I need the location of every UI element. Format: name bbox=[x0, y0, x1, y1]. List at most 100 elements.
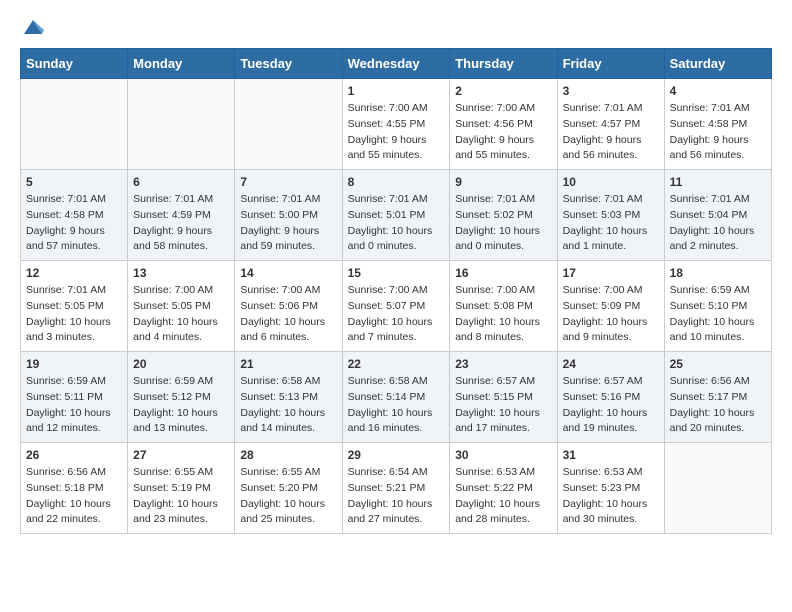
day-number: 29 bbox=[348, 448, 445, 462]
calendar-cell: 21 Sunrise: 6:58 AMSunset: 5:13 PMDayligh… bbox=[235, 352, 342, 443]
day-number: 2 bbox=[455, 84, 551, 98]
calendar-week-row: 1Sunrise: 7:00 AMSunset: 4:55 PMDaylight… bbox=[21, 79, 772, 170]
logo-icon bbox=[22, 16, 44, 38]
calendar-week-row: 26Sunrise: 6:56 AMSunset: 5:18 PMDayligh… bbox=[21, 443, 772, 534]
calendar-cell: 29 Sunrise: 6:54 AMSunset: 5:21 PMDayligh… bbox=[342, 443, 450, 534]
calendar-cell: 16 Sunrise: 7:00 AMSunset: 5:08 PMDayligh… bbox=[450, 261, 557, 352]
calendar-cell: 4 Sunrise: 7:01 AMSunset: 4:58 PMDaylight… bbox=[664, 79, 771, 170]
calendar-header-row: SundayMondayTuesdayWednesdayThursdayFrid… bbox=[21, 49, 772, 79]
day-info: Sunrise: 7:01 AMSunset: 4:57 PMDaylight:… bbox=[563, 101, 659, 164]
day-info: Sunrise: 6:57 AMSunset: 5:16 PMDaylight:… bbox=[563, 374, 659, 437]
day-number: 18 bbox=[670, 266, 766, 280]
day-number: 23 bbox=[455, 357, 551, 371]
calendar-cell: 19Sunrise: 6:59 AMSunset: 5:11 PMDayligh… bbox=[21, 352, 128, 443]
day-info: Sunrise: 7:00 AMSunset: 5:07 PMDaylight:… bbox=[348, 283, 445, 346]
calendar-cell: 18 Sunrise: 6:59 AMSunset: 5:10 PMDayligh… bbox=[664, 261, 771, 352]
calendar-cell bbox=[235, 79, 342, 170]
day-number: 27 bbox=[133, 448, 229, 462]
day-info: Sunrise: 6:54 AMSunset: 5:21 PMDaylight:… bbox=[348, 465, 445, 528]
calendar-cell: 10 Sunrise: 7:01 AMSunset: 5:03 PMDayligh… bbox=[557, 170, 664, 261]
calendar-cell bbox=[664, 443, 771, 534]
day-number: 30 bbox=[455, 448, 551, 462]
day-number: 7 bbox=[240, 175, 336, 189]
calendar-cell: 7Sunrise: 7:01 AMSunset: 5:00 PMDaylight… bbox=[235, 170, 342, 261]
calendar-cell: 28 Sunrise: 6:55 AMSunset: 5:20 PMDayligh… bbox=[235, 443, 342, 534]
day-info: Sunrise: 7:01 AMSunset: 5:01 PMDaylight:… bbox=[348, 192, 445, 255]
day-info: Sunrise: 7:00 AMSunset: 4:55 PMDaylight:… bbox=[348, 101, 445, 164]
calendar-cell: 8 Sunrise: 7:01 AMSunset: 5:01 PMDaylight… bbox=[342, 170, 450, 261]
weekday-header-thursday: Thursday bbox=[450, 49, 557, 79]
calendar-cell: 25Sunrise: 6:56 AMSunset: 5:17 PMDayligh… bbox=[664, 352, 771, 443]
logo-text-block bbox=[20, 16, 44, 38]
day-info: Sunrise: 6:58 AMSunset: 5:13 PMDaylight:… bbox=[240, 374, 336, 437]
day-info: Sunrise: 6:55 AMSunset: 5:20 PMDaylight:… bbox=[240, 465, 336, 528]
calendar-cell bbox=[128, 79, 235, 170]
day-number: 9 bbox=[455, 175, 551, 189]
day-number: 12 bbox=[26, 266, 122, 280]
logo bbox=[20, 16, 44, 38]
weekday-header-wednesday: Wednesday bbox=[342, 49, 450, 79]
day-number: 17 bbox=[563, 266, 659, 280]
calendar-week-row: 19Sunrise: 6:59 AMSunset: 5:11 PMDayligh… bbox=[21, 352, 772, 443]
calendar-cell: 20Sunrise: 6:59 AMSunset: 5:12 PMDayligh… bbox=[128, 352, 235, 443]
day-number: 13 bbox=[133, 266, 229, 280]
calendar-cell: 12 Sunrise: 7:01 AMSunset: 5:05 PMDayligh… bbox=[21, 261, 128, 352]
calendar-cell: 6Sunrise: 7:01 AMSunset: 4:59 PMDaylight… bbox=[128, 170, 235, 261]
day-number: 24 bbox=[563, 357, 659, 371]
day-info: Sunrise: 7:01 AMSunset: 4:58 PMDaylight:… bbox=[26, 192, 122, 255]
calendar-cell: 15Sunrise: 7:00 AMSunset: 5:07 PMDayligh… bbox=[342, 261, 450, 352]
day-info: Sunrise: 6:55 AMSunset: 5:19 PMDaylight:… bbox=[133, 465, 229, 528]
day-info: Sunrise: 6:58 AMSunset: 5:14 PMDaylight:… bbox=[348, 374, 445, 437]
day-number: 20 bbox=[133, 357, 229, 371]
weekday-header-monday: Monday bbox=[128, 49, 235, 79]
day-info: Sunrise: 7:01 AMSunset: 5:02 PMDaylight:… bbox=[455, 192, 551, 255]
calendar-cell: 30 Sunrise: 6:53 AMSunset: 5:22 PMDayligh… bbox=[450, 443, 557, 534]
weekday-header-sunday: Sunday bbox=[21, 49, 128, 79]
page-container: SundayMondayTuesdayWednesdayThursdayFrid… bbox=[0, 0, 792, 554]
day-number: 25 bbox=[670, 357, 766, 371]
day-info: Sunrise: 7:01 AMSunset: 5:04 PMDaylight:… bbox=[670, 192, 766, 255]
calendar-cell: 1Sunrise: 7:00 AMSunset: 4:55 PMDaylight… bbox=[342, 79, 450, 170]
weekday-header-friday: Friday bbox=[557, 49, 664, 79]
calendar-cell: 9 Sunrise: 7:01 AMSunset: 5:02 PMDaylight… bbox=[450, 170, 557, 261]
day-info: Sunrise: 7:01 AMSunset: 4:58 PMDaylight:… bbox=[670, 101, 766, 164]
day-number: 21 bbox=[240, 357, 336, 371]
calendar-cell: 3 Sunrise: 7:01 AMSunset: 4:57 PMDaylight… bbox=[557, 79, 664, 170]
logo-line bbox=[20, 16, 44, 38]
day-info: Sunrise: 7:00 AMSunset: 5:08 PMDaylight:… bbox=[455, 283, 551, 346]
calendar-cell: 17Sunrise: 7:00 AMSunset: 5:09 PMDayligh… bbox=[557, 261, 664, 352]
day-number: 10 bbox=[563, 175, 659, 189]
day-info: Sunrise: 7:01 AMSunset: 5:03 PMDaylight:… bbox=[563, 192, 659, 255]
calendar-cell bbox=[21, 79, 128, 170]
day-info: Sunrise: 6:59 AMSunset: 5:10 PMDaylight:… bbox=[670, 283, 766, 346]
day-info: Sunrise: 6:59 AMSunset: 5:11 PMDaylight:… bbox=[26, 374, 122, 437]
day-info: Sunrise: 7:00 AMSunset: 5:05 PMDaylight:… bbox=[133, 283, 229, 346]
weekday-header-saturday: Saturday bbox=[664, 49, 771, 79]
calendar-cell: 24 Sunrise: 6:57 AMSunset: 5:16 PMDayligh… bbox=[557, 352, 664, 443]
day-number: 8 bbox=[348, 175, 445, 189]
calendar-week-row: 5 Sunrise: 7:01 AMSunset: 4:58 PMDaylight… bbox=[21, 170, 772, 261]
day-number: 11 bbox=[670, 175, 766, 189]
day-info: Sunrise: 6:53 AMSunset: 5:22 PMDaylight:… bbox=[455, 465, 551, 528]
day-info: Sunrise: 7:00 AMSunset: 4:56 PMDaylight:… bbox=[455, 101, 551, 164]
day-number: 16 bbox=[455, 266, 551, 280]
day-number: 3 bbox=[563, 84, 659, 98]
day-number: 5 bbox=[26, 175, 122, 189]
day-info: Sunrise: 6:57 AMSunset: 5:15 PMDaylight:… bbox=[455, 374, 551, 437]
calendar-cell: 2 Sunrise: 7:00 AMSunset: 4:56 PMDaylight… bbox=[450, 79, 557, 170]
calendar-cell: 31Sunrise: 6:53 AMSunset: 5:23 PMDayligh… bbox=[557, 443, 664, 534]
calendar-cell: 27 Sunrise: 6:55 AMSunset: 5:19 PMDayligh… bbox=[128, 443, 235, 534]
day-info: Sunrise: 6:56 AMSunset: 5:18 PMDaylight:… bbox=[26, 465, 122, 528]
calendar-cell: 14Sunrise: 7:00 AMSunset: 5:06 PMDayligh… bbox=[235, 261, 342, 352]
calendar-cell: 13 Sunrise: 7:00 AMSunset: 5:05 PMDayligh… bbox=[128, 261, 235, 352]
calendar-cell: 11 Sunrise: 7:01 AMSunset: 5:04 PMDayligh… bbox=[664, 170, 771, 261]
day-number: 28 bbox=[240, 448, 336, 462]
day-number: 31 bbox=[563, 448, 659, 462]
day-number: 14 bbox=[240, 266, 336, 280]
day-info: Sunrise: 7:01 AMSunset: 4:59 PMDaylight:… bbox=[133, 192, 229, 255]
calendar-cell: 22Sunrise: 6:58 AMSunset: 5:14 PMDayligh… bbox=[342, 352, 450, 443]
calendar-table: SundayMondayTuesdayWednesdayThursdayFrid… bbox=[20, 48, 772, 534]
day-info: Sunrise: 7:01 AMSunset: 5:05 PMDaylight:… bbox=[26, 283, 122, 346]
page-header bbox=[20, 16, 772, 38]
day-number: 4 bbox=[670, 84, 766, 98]
